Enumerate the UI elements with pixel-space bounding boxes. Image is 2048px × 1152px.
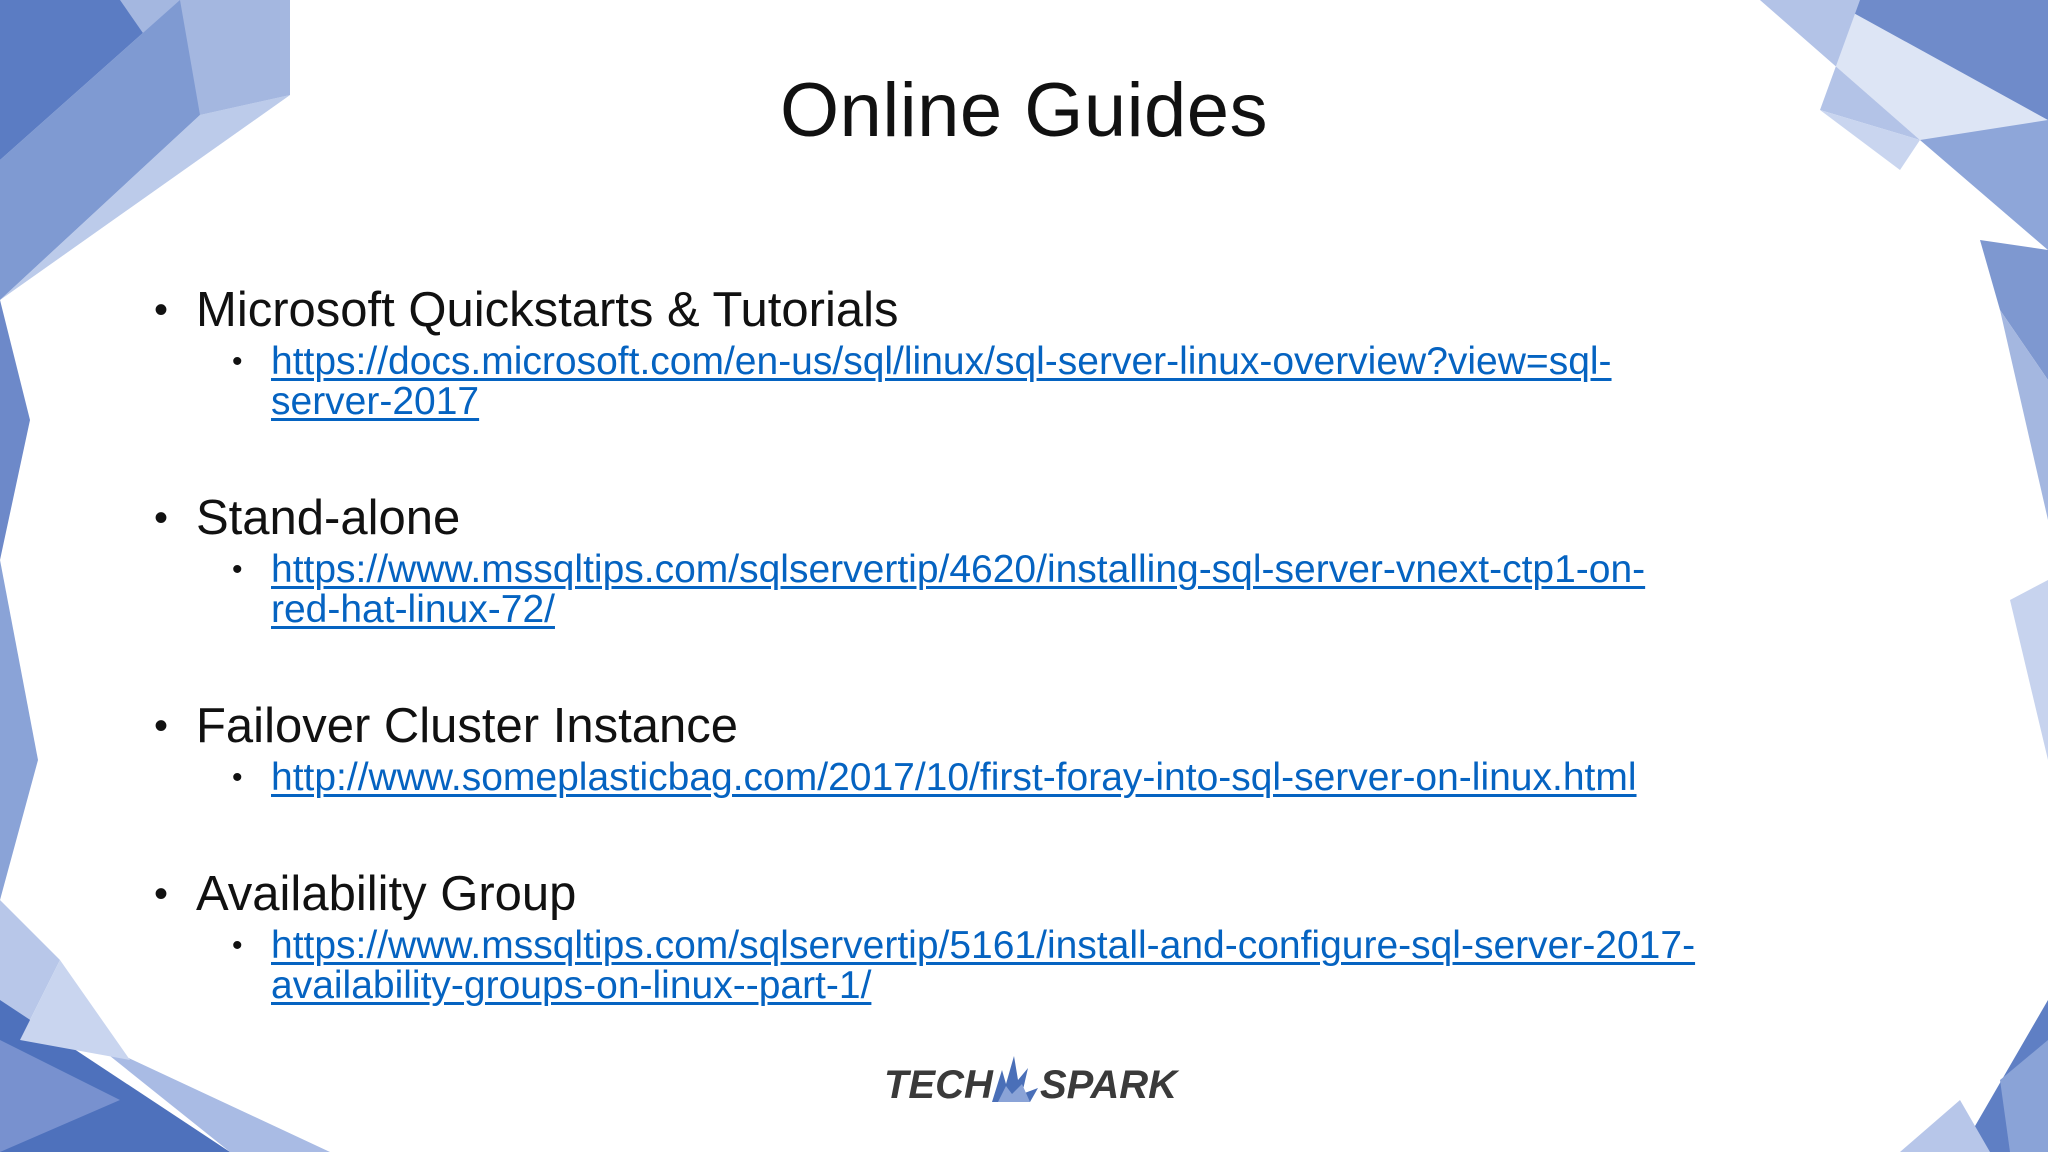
- guide-heading: • Stand-alone: [150, 488, 1930, 548]
- guide-link-row: • https://www.mssqltips.com/sqlservertip…: [232, 926, 1930, 1006]
- guide-heading-text: Stand-alone: [196, 491, 461, 545]
- guide-link-line2: availability-groups-on-linux--part-1/: [271, 964, 872, 1007]
- bullet-icon: •: [154, 704, 169, 748]
- guide-link[interactable]: https://www.mssqltips.com/sqlservertip/5…: [271, 926, 1971, 1006]
- guide-link-row: • http://www.someplasticbag.com/2017/10/…: [232, 758, 1930, 798]
- slide: Online Guides • Microsoft Quickstarts & …: [0, 0, 2048, 1152]
- guide-link-line2: red-hat-linux-72/: [271, 588, 555, 631]
- guide-heading: • Failover Cluster Instance: [150, 696, 1930, 756]
- guide-link-line1: https://www.mssqltips.com/sqlservertip/4…: [271, 548, 1646, 591]
- slide-title: Online Guides: [779, 68, 1269, 153]
- bullet-icon: •: [154, 496, 169, 540]
- guide-link-row: • https://www.mssqltips.com/sqlservertip…: [232, 550, 1930, 630]
- guide-heading-text: Availability Group: [196, 867, 577, 921]
- guide-heading-text: Microsoft Quickstarts & Tutorials: [196, 283, 899, 337]
- guide-link[interactable]: https://docs.microsoft.com/en-us/sql/lin…: [271, 342, 1971, 422]
- techspark-logo: TECH SPARK: [884, 1056, 1180, 1107]
- guide-heading: • Availability Group: [150, 864, 1930, 924]
- guide-link-row: • https://docs.microsoft.com/en-us/sql/l…: [232, 342, 1930, 422]
- guide-heading-text: Failover Cluster Instance: [196, 699, 738, 753]
- guide-link-line1: http://www.someplasticbag.com/2017/10/fi…: [271, 756, 1637, 799]
- guide-item-standalone: • Stand-alone • https://www.mssqltips.co…: [150, 488, 1930, 630]
- guide-link[interactable]: http://www.someplasticbag.com/2017/10/fi…: [271, 758, 1971, 798]
- guide-link-line1: https://www.mssqltips.com/sqlservertip/5…: [271, 924, 1696, 967]
- logo-spark-text: SPARK: [1040, 1063, 1180, 1107]
- logo-tech-text: TECH: [884, 1063, 994, 1107]
- bullet-icon: •: [154, 872, 169, 916]
- sub-bullet-icon: •: [232, 761, 243, 794]
- sub-bullet-icon: •: [232, 929, 243, 962]
- guide-link-line2: server-2017: [271, 380, 480, 423]
- spark-icon: [992, 1056, 1038, 1102]
- guide-item-failover: • Failover Cluster Instance • http://www…: [150, 696, 1930, 798]
- guide-link-line1: https://docs.microsoft.com/en-us/sql/lin…: [271, 340, 1612, 383]
- sub-bullet-icon: •: [232, 553, 243, 586]
- guide-item-microsoft: • Microsoft Quickstarts & Tutorials • ht…: [150, 280, 1930, 422]
- guide-link[interactable]: https://www.mssqltips.com/sqlservertip/4…: [271, 550, 1971, 630]
- guide-item-availability: • Availability Group • https://www.mssql…: [150, 864, 1930, 1006]
- sub-bullet-icon: •: [232, 345, 243, 378]
- bullet-icon: •: [154, 288, 169, 332]
- guide-heading: • Microsoft Quickstarts & Tutorials: [150, 280, 1930, 340]
